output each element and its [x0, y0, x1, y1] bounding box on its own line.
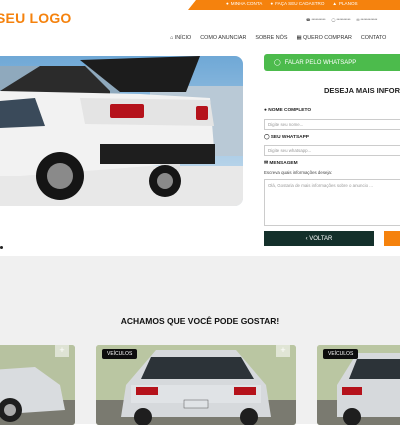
nav-label-contact: CONTATO	[360, 35, 387, 41]
phone-icon: ☎	[306, 18, 311, 22]
message-textarea[interactable]: Olá, Gostaria de mais informações sobre …	[264, 179, 400, 226]
nav-label-about: SOBRE NÓS	[255, 35, 288, 41]
vehicle-badge: VEÍCULOS	[323, 349, 359, 359]
whatsapp-icon: ◯	[274, 60, 281, 66]
back-button[interactable]: ‹ VOLTAR	[264, 231, 374, 246]
message-label-text: MENSAGEM	[269, 161, 298, 166]
whatsapp-input[interactable]: Digite seu whatsapp...	[264, 145, 400, 156]
main-nav: ⌂ INÍCIO COMO ANUNCIAR SOBRE NÓS ▦ QUERO…	[170, 35, 386, 41]
recommendations-title: ACHAMOS QUE VOCÊ PODE GOSTAR!	[120, 316, 280, 326]
vehicle-card[interactable]: VEÍCULOS +	[96, 345, 296, 425]
nav-label-buy: QUERO COMPRAR	[303, 35, 352, 41]
user-icon: ●	[226, 1, 229, 6]
user-icon: ●	[264, 108, 267, 113]
account-links: ● MINHA CONTA ● FAÇA SEU CADASTRO ▲ PLANOS	[226, 1, 358, 6]
logo-text: SEU LOGO	[0, 10, 72, 26]
grid-icon: ▦	[296, 35, 302, 41]
my-account-link[interactable]: ● MINHA CONTA	[226, 1, 262, 6]
whatsapp-label-text: SEU WHATSAPP	[270, 135, 310, 140]
vehicle-hero-image	[0, 56, 243, 206]
email-text: ************	[360, 18, 378, 22]
register-label: FAÇA SEU CADASTRO	[275, 1, 325, 6]
whatsapp-button-label: FALAR PELO WHATSAPP	[284, 59, 357, 66]
whatsapp-contact[interactable]: ◯ **********	[331, 18, 350, 22]
my-account-label: MINHA CONTA	[230, 1, 263, 6]
nav-item-about[interactable]: SOBRE NÓS	[255, 35, 287, 41]
nav-item-home[interactable]: ⌂ INÍCIO	[170, 35, 191, 41]
envelope-icon: ✉	[264, 161, 269, 166]
vehicle-badge: VEÍCULOS	[102, 349, 138, 359]
nav-label-how: COMO ANUNCIAR	[200, 35, 247, 41]
whatsapp-button[interactable]: ◯ FALAR PELO WHATSAPP	[264, 54, 400, 71]
vehicle-card[interactable]: VEÍCULOS	[317, 345, 400, 425]
add-favorite-button[interactable]: +	[276, 345, 290, 357]
name-label: ● NOME COMPLETO	[264, 108, 311, 113]
next-button[interactable]	[384, 231, 400, 246]
site-logo[interactable]: SEU LOGO	[0, 10, 72, 26]
form-title: DESEJA MAIS INFOR	[324, 86, 400, 95]
message-label: ✉ MENSAGEM	[264, 161, 298, 166]
contact-info: ☎ ********** ◯ ********** ✉ ************	[306, 18, 377, 22]
whatsapp-text: **********	[336, 18, 351, 22]
whatsapp-icon: ◯	[331, 18, 336, 22]
whatsapp-label: ◯ SEU WHATSAPP	[264, 135, 309, 140]
message-hint: Escreva quais informações deseja:	[264, 170, 333, 175]
add-favorite-button[interactable]: +	[55, 345, 69, 357]
name-label-text: NOME COMPLETO	[268, 108, 312, 113]
nav-label-home: INÍCIO	[174, 35, 192, 41]
chevron-left-icon: ‹	[305, 235, 308, 242]
vehicle-card[interactable]: +	[0, 345, 75, 425]
home-icon: ⌂	[170, 35, 174, 41]
email-contact[interactable]: ✉ ************	[357, 18, 378, 22]
mail-icon: ✉	[356, 18, 360, 22]
rocket-icon: ▲	[332, 1, 337, 6]
name-input[interactable]: Digite seu nome...	[264, 119, 400, 130]
nav-item-buy[interactable]: ▦ QUERO COMPRAR	[296, 35, 351, 41]
car-photo	[0, 345, 75, 425]
phone-contact[interactable]: ☎ **********	[306, 18, 325, 22]
whatsapp-small-icon: ◯	[264, 135, 270, 140]
back-button-label: VOLTAR	[309, 235, 333, 242]
top-bar: ● MINHA CONTA ● FAÇA SEU CADASTRO ▲ PLANOS	[0, 0, 400, 10]
plans-link[interactable]: ▲ PLANOS	[332, 1, 357, 6]
nav-item-how-to-advertise[interactable]: COMO ANUNCIAR	[200, 35, 246, 41]
bullet-dot	[0, 246, 3, 249]
register-link[interactable]: ● FAÇA SEU CADASTRO	[270, 1, 324, 6]
contact-form: ◯ FALAR PELO WHATSAPP DESEJA MAIS INFOR …	[254, 48, 400, 248]
nav-item-contact[interactable]: CONTATO	[361, 35, 386, 41]
plans-label: PLANOS	[338, 1, 358, 6]
user-plus-icon: ●	[270, 1, 274, 6]
phone-text: **********	[311, 18, 326, 22]
pickup-truck-photo	[0, 56, 243, 206]
